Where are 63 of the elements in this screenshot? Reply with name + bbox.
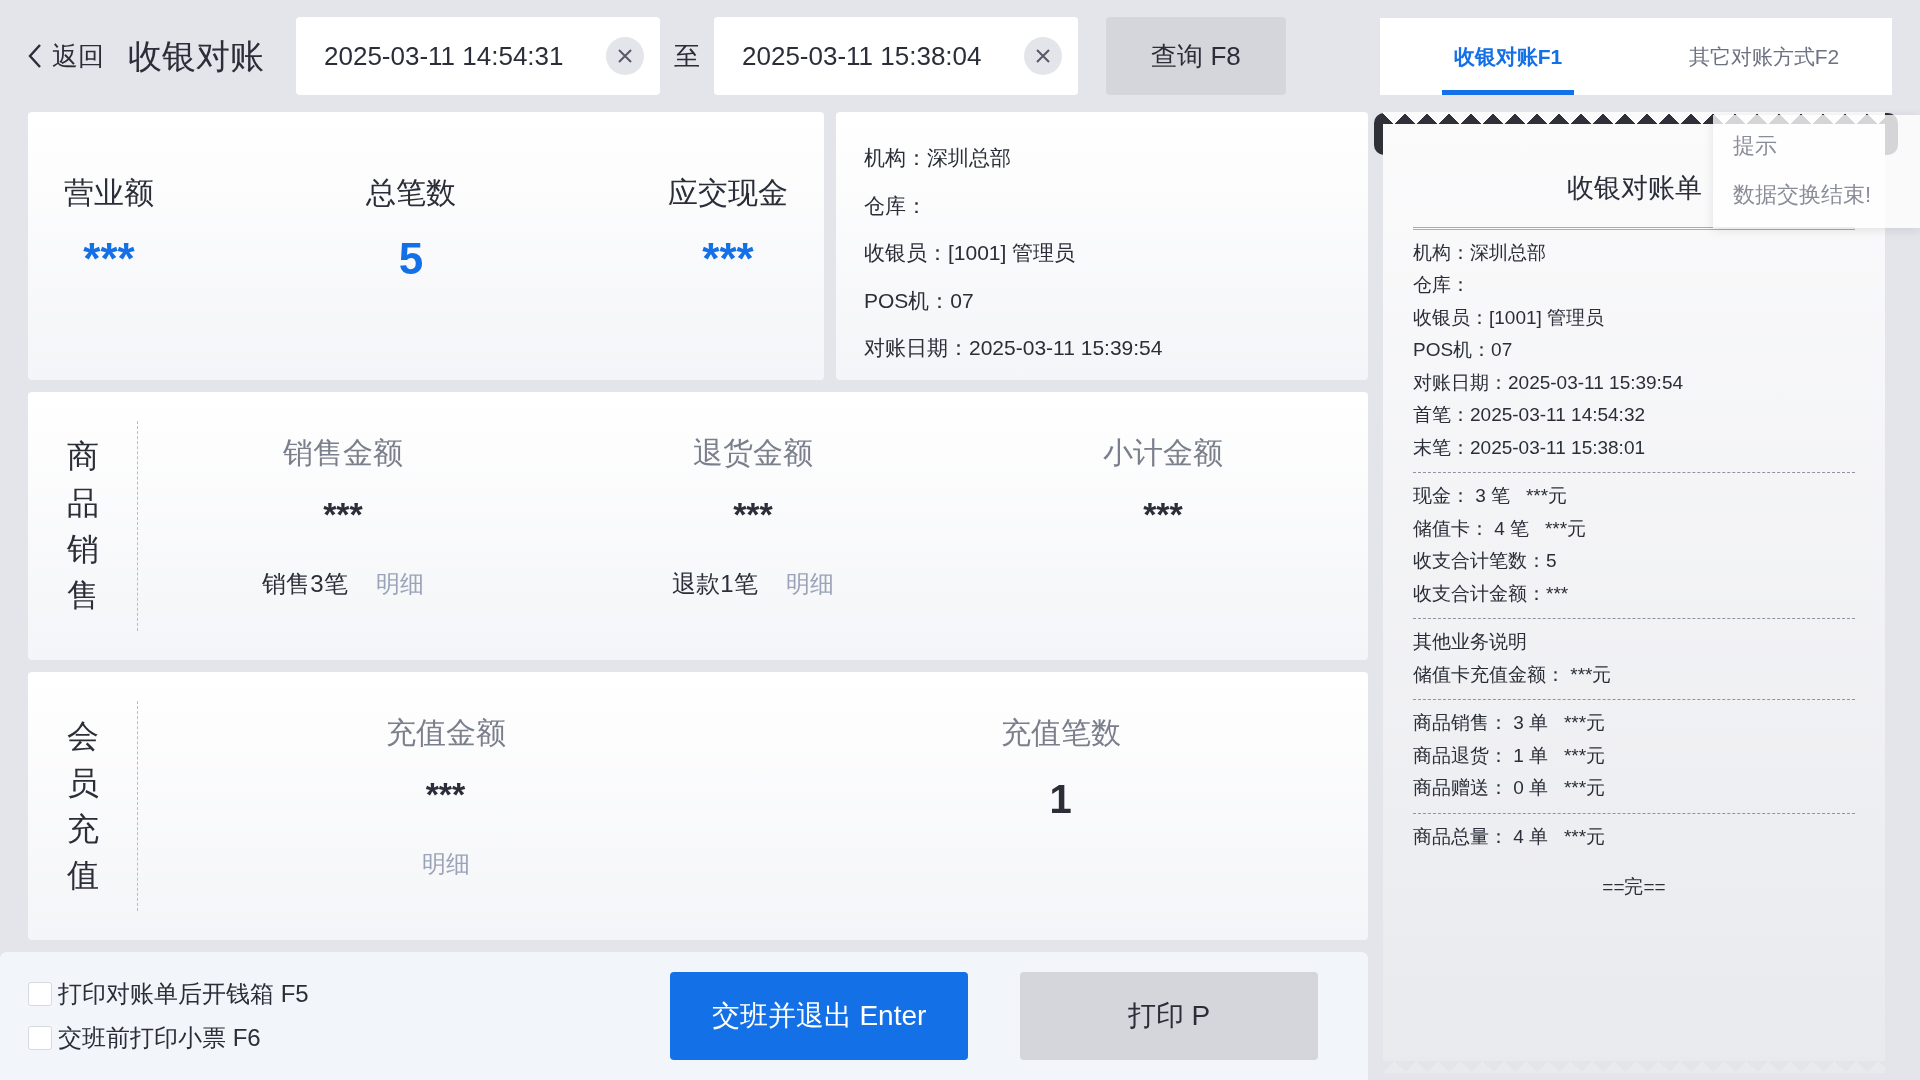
summary-value: *** <box>702 237 754 281</box>
receipt-line: 仓库： <box>1413 273 1471 297</box>
column-value: *** <box>733 494 773 535</box>
column-label: 销售金额 <box>283 435 403 471</box>
receipt-line: 储值卡充值金额： ***元 <box>1413 662 1613 687</box>
section-title: 会员充值 <box>66 717 99 896</box>
handover-button[interactable]: 交班并退出 Enter <box>670 972 968 1060</box>
receipt-line: 收支合计金额：*** <box>1413 581 1570 606</box>
column-label: 退货金额 <box>693 435 813 471</box>
receipt-line: 首笔：2025-03-11 14:54:32 <box>1413 403 1647 427</box>
tab[interactable]: 其它对账方式F2 <box>1636 18 1892 95</box>
checkbox[interactable] <box>28 982 52 1006</box>
receipt-line: 商品销售： 3 单 ***元 <box>1413 711 1607 735</box>
date-time-field[interactable]: 2025-03-11 14:54:31 <box>296 17 660 95</box>
print-button[interactable]: 打印 P <box>1020 972 1318 1060</box>
receipt-title: 收银对账单 <box>1566 172 1702 205</box>
tab[interactable]: 收银对账F1 <box>1380 18 1636 95</box>
info-line: 机构：深圳总部 <box>864 145 1012 171</box>
summary-value: *** <box>83 237 135 281</box>
column-label: 小计金额 <box>1103 435 1223 471</box>
toast-message: 数据交换结束! <box>1733 181 1872 209</box>
info-line: 收银员：[1001] 管理员 <box>864 240 1077 266</box>
toast-title: 提示 <box>1733 132 1778 160</box>
receipt-line: 末笔：2025-03-11 15:38:01 <box>1413 435 1647 460</box>
checkbox-label: 打印对账单后开钱箱 F5 <box>58 979 309 1009</box>
receipt-line: 收支合计笔数：5 <box>1413 549 1558 573</box>
summary-label: 营业额 <box>64 175 154 211</box>
receipt-line: 商品赠送： 0 单 ***元 <box>1413 776 1607 800</box>
info-line: 对账日期：2025-03-11 15:39:54 <box>864 335 1164 361</box>
receipt-line: 储值卡： 4 笔 ***元 <box>1413 516 1588 541</box>
count-text: 退款1笔 <box>672 569 758 599</box>
checkbox[interactable] <box>28 1026 52 1050</box>
summary-value: 5 <box>398 237 424 281</box>
column-value: *** <box>1143 494 1183 535</box>
receipt-line: 商品退货： 1 单 ***元 <box>1413 743 1607 768</box>
close-icon <box>1035 48 1051 64</box>
receipt-line: 商品总量： 4 单 ***元 <box>1413 824 1607 849</box>
summary-label: 总笔数 <box>366 175 456 211</box>
summary-label: 应交现金 <box>668 175 788 211</box>
close-icon <box>617 48 633 64</box>
page-title: 收银对账 <box>128 35 264 77</box>
count-text: 销售3笔 <box>262 569 348 599</box>
receipt-line: 收银员：[1001] 管理员 <box>1413 305 1606 330</box>
receipt-end: ==完== <box>1601 875 1667 899</box>
receipt-line: POS机：07 <box>1413 338 1514 362</box>
info-line: 仓库： <box>864 192 928 219</box>
receipt-line: 其他业务说明 <box>1413 630 1528 654</box>
section-title: 商品销售 <box>66 437 99 616</box>
column-value: 1 <box>1049 776 1072 823</box>
query-button[interactable]: 查询 F8 <box>1106 17 1286 95</box>
column-value: *** <box>323 494 363 535</box>
receipt-line: 对账日期：2025-03-11 15:39:54 <box>1413 370 1685 395</box>
info-line: POS机：07 <box>864 287 975 314</box>
back-button[interactable]: 返回 <box>28 36 104 76</box>
column-label: 充值金额 <box>385 715 506 751</box>
receipt-line: 机构：深圳总部 <box>1413 240 1547 265</box>
range-separator: 至 <box>674 39 700 73</box>
date-time-field[interactable]: 2025-03-11 15:38:04 <box>714 17 1078 95</box>
column-label: 充值笔数 <box>1000 715 1121 751</box>
chevron-left-icon <box>28 43 42 69</box>
column-value: *** <box>425 774 466 815</box>
checkbox-label: 交班前打印小票 F6 <box>58 1023 261 1053</box>
receipt-line: 现金： 3 笔 ***元 <box>1413 484 1569 508</box>
